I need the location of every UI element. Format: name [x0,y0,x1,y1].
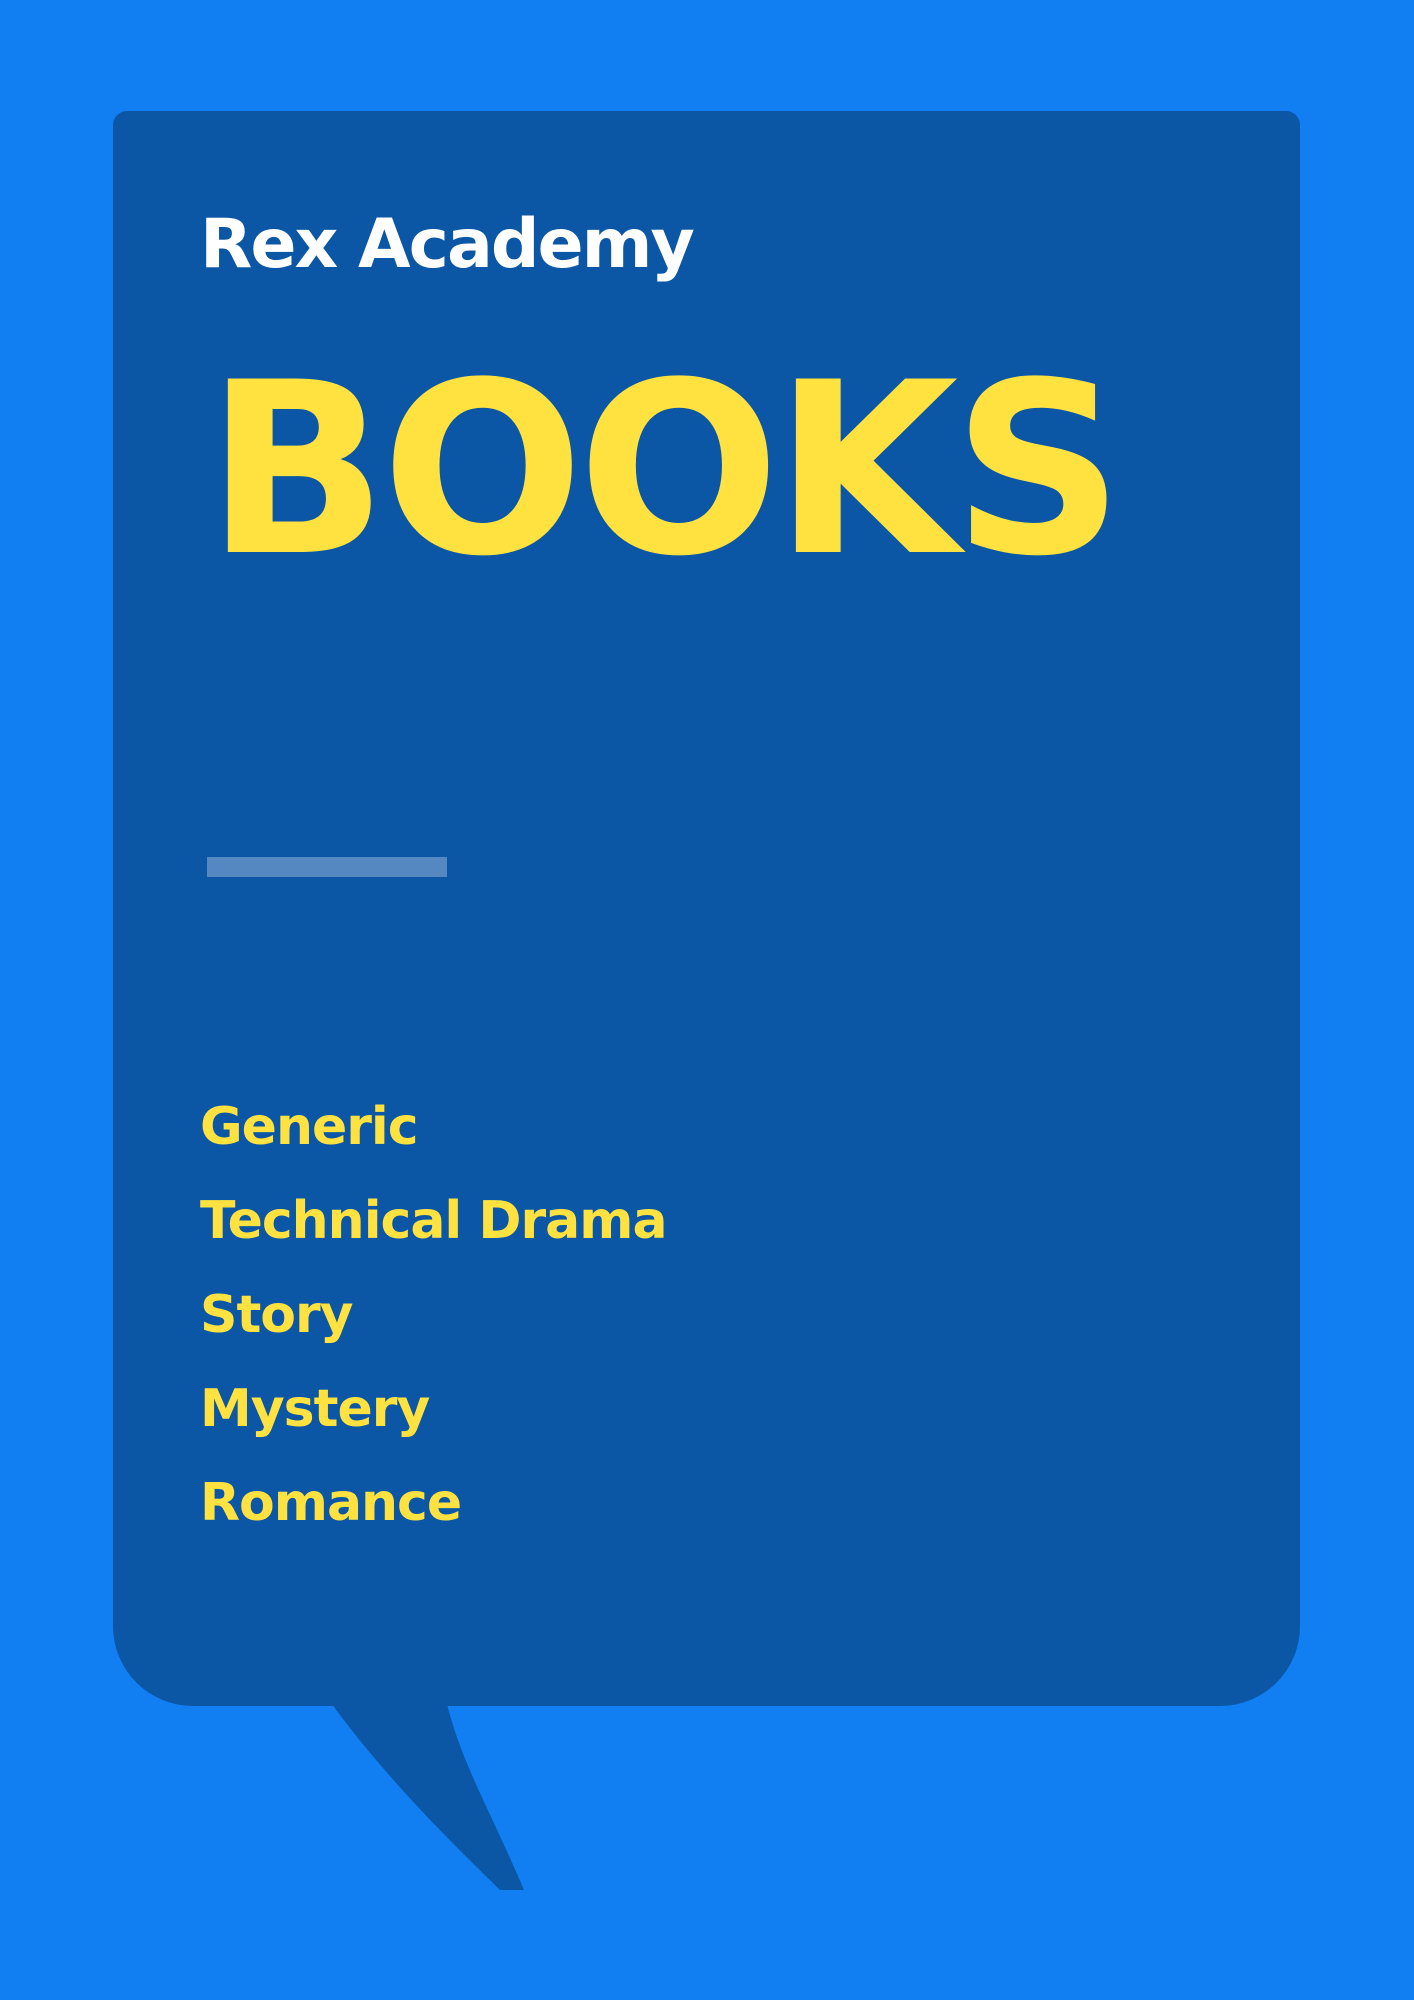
page-title: BOOKS [206,332,1124,609]
genre-item: Generic [200,1097,419,1157]
divider [207,857,447,877]
genre-item: Romance [200,1473,462,1533]
genre-list: Generic Technical Drama Story Mystery Ro… [200,1080,668,1550]
brand-name: Rex Academy [200,205,695,284]
genre-item: Mystery [200,1379,430,1439]
genre-item: Story [200,1285,354,1345]
genre-item: Technical Drama [200,1191,668,1251]
